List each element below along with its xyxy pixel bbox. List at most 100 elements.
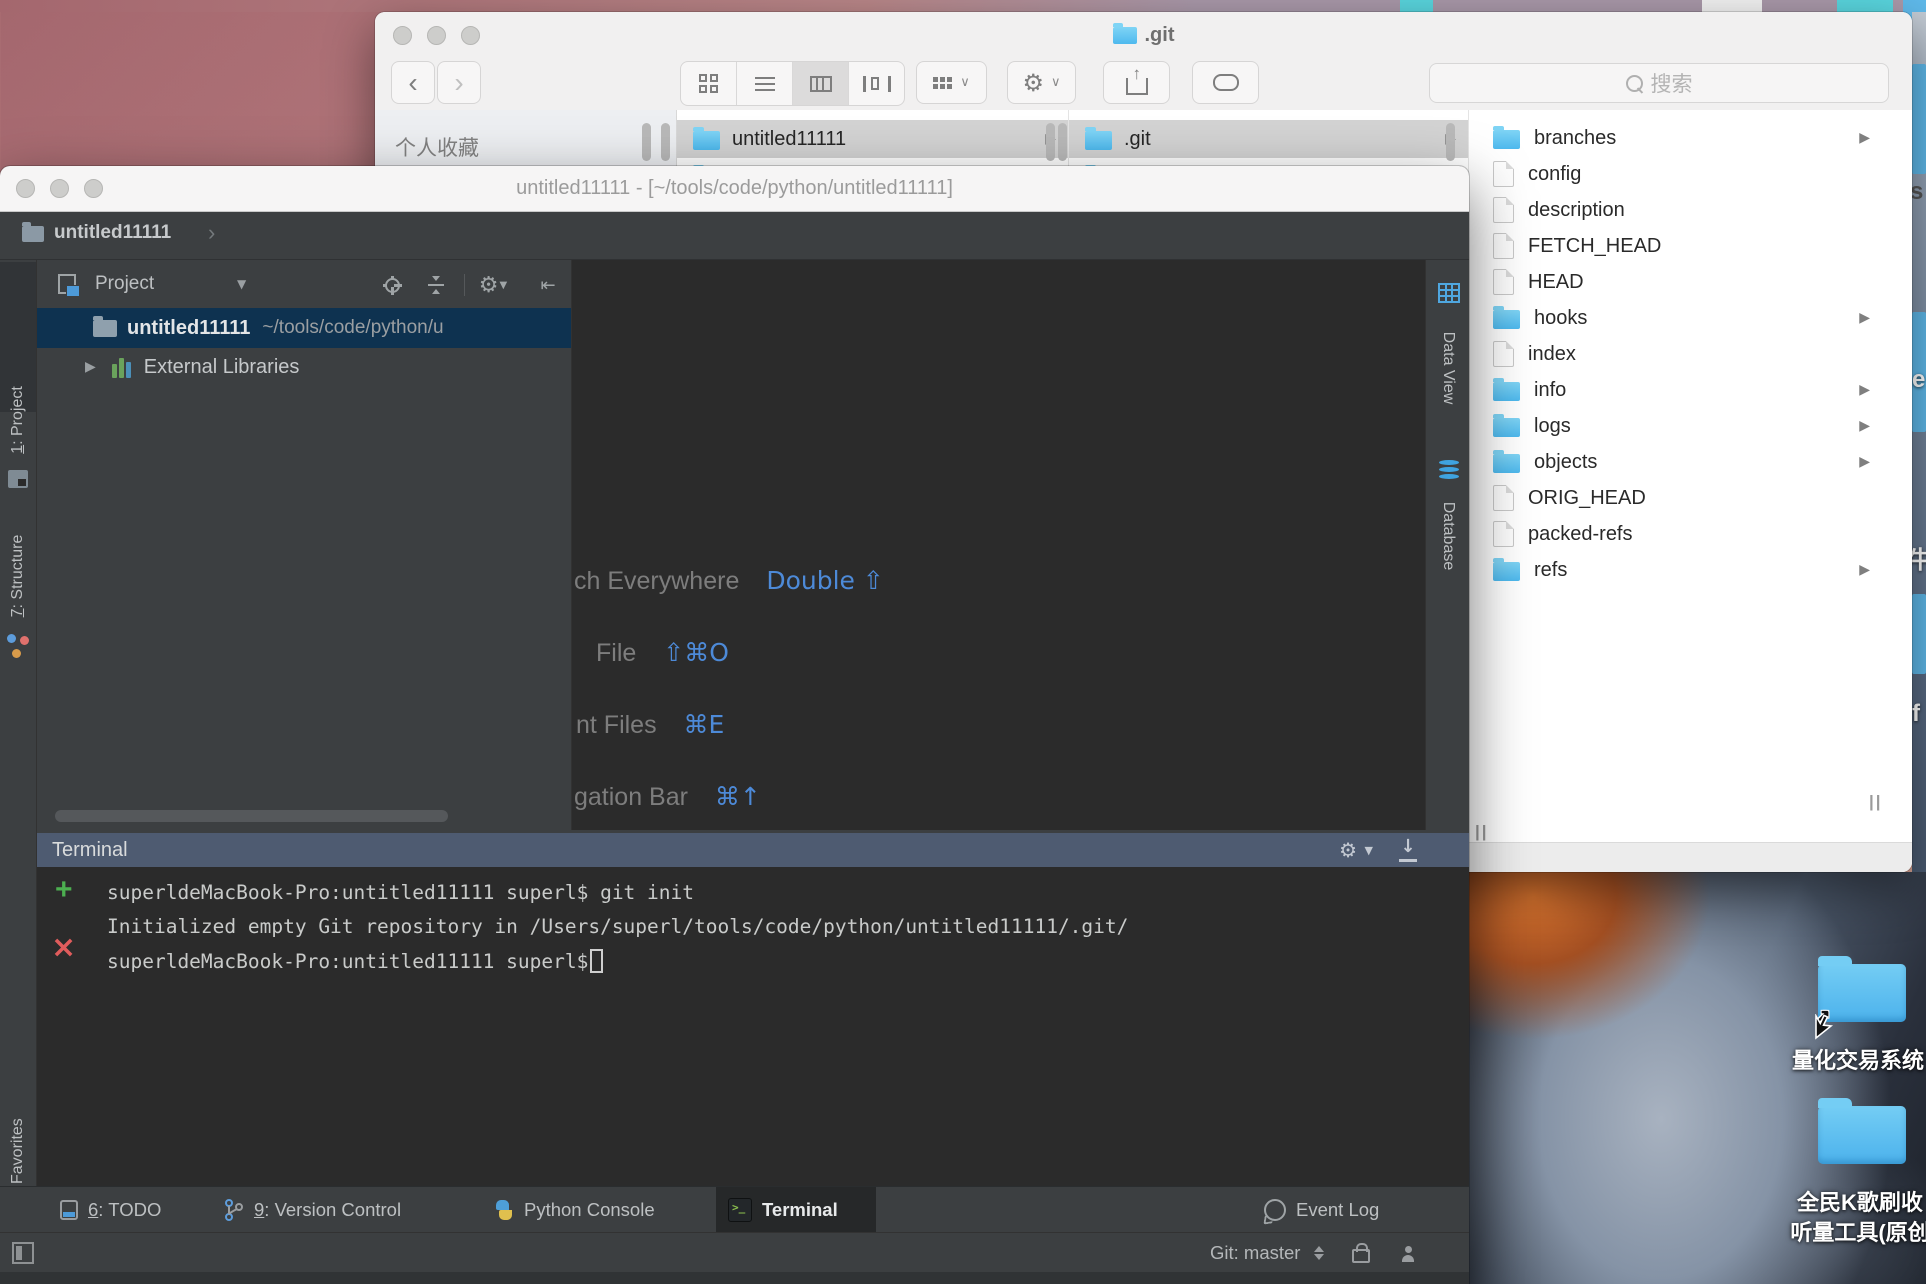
folder-icon — [93, 315, 117, 337]
column-view-button[interactable] — [793, 62, 849, 105]
scrollbar-thumb[interactable] — [1058, 123, 1067, 161]
finder-file-row[interactable]: objects ▶ — [1469, 444, 1892, 480]
finder-file-row[interactable]: ORIG_HEAD — [1469, 480, 1892, 516]
breadcrumb-chevron-icon: › — [208, 220, 216, 245]
settings-gear-icon[interactable]: ⚙ ▼ — [479, 272, 507, 298]
desktop-folder-label[interactable]: 全民K歌刷收 听量工具(原创 — [1780, 1188, 1926, 1248]
back-button[interactable]: ‹ — [391, 61, 435, 104]
forward-button[interactable]: › — [437, 61, 481, 104]
tool-tab-data-view[interactable]: Data View — [1439, 332, 1457, 405]
terminal-console[interactable]: + × superldeMacBook-Pro:untitled11111 su… — [37, 867, 1469, 1186]
tool-tab-database[interactable]: Database — [1439, 502, 1457, 571]
breadcrumb[interactable]: untitled11111 — [54, 222, 171, 244]
scrollbar-thumb[interactable] — [661, 123, 670, 161]
structure-tool-icon — [7, 634, 29, 658]
project-panel-title[interactable]: Project — [95, 273, 154, 295]
editor-area[interactable]: ch Everywhere Double ⇧ File ⇧⌘O nt Files… — [572, 260, 1425, 830]
shortcut-keys: Double ⇧ — [766, 566, 884, 595]
horizontal-scrollbar-thumb[interactable] — [55, 810, 448, 822]
branch-icon — [225, 1198, 243, 1221]
icon-view-button[interactable] — [681, 62, 737, 105]
desktop-folder-icon-kge[interactable] — [1818, 1098, 1906, 1164]
coverflow-view-icon — [862, 75, 891, 92]
terminal-settings-gear-icon[interactable]: ⚙ — [1339, 838, 1357, 862]
tool-button-version-control[interactable]: 9: Version Control — [212, 1187, 413, 1232]
tool-button-todo[interactable]: 6: TODO — [48, 1187, 173, 1232]
grid-view-icon — [699, 74, 718, 93]
toolwindow-quick-access-icon[interactable] — [12, 1242, 34, 1264]
file-name: HEAD — [1528, 270, 1584, 293]
ide-window-edge — [0, 1272, 1469, 1284]
file-icon — [1493, 233, 1514, 259]
file-icon — [1493, 269, 1514, 295]
search-icon — [1625, 74, 1643, 92]
git-branch-widget[interactable]: Git: master — [1210, 1242, 1300, 1264]
finder-file-row[interactable]: hooks ▶ — [1469, 300, 1892, 336]
folder-icon — [1493, 305, 1520, 329]
search-field[interactable]: 搜索 — [1429, 63, 1889, 103]
file-name: branches — [1534, 126, 1617, 149]
tags-button[interactable] — [1192, 61, 1259, 104]
desktop-folder-label[interactable]: 量化交易系统 — [1786, 1046, 1926, 1076]
scrollbar-thumb[interactable] — [642, 123, 651, 161]
scrollbar-thumb[interactable] — [1046, 123, 1055, 161]
desktop-label-fragment: f — [1912, 700, 1920, 727]
sidebar-favorites-header: 个人收藏 — [395, 137, 479, 160]
hide-panel-button[interactable]: ⇤ — [535, 272, 561, 298]
action-button[interactable]: ⚙ ∨ — [1007, 61, 1076, 104]
file-icon — [1493, 161, 1514, 187]
file-icon — [1493, 485, 1514, 511]
share-icon — [1125, 64, 1148, 95]
project-root-row[interactable]: untitled11111 ~/tools/code/python/u — [37, 308, 571, 348]
finder-file-row[interactable]: refs ▶ — [1469, 552, 1892, 588]
scrollbar-thumb[interactable] — [1446, 123, 1455, 161]
desktop-fragment-cyan — [1400, 0, 1433, 12]
tool-button-terminal[interactable]: Terminal — [716, 1187, 876, 1232]
tool-button-python-console[interactable]: Python Console — [482, 1187, 667, 1232]
folder-icon — [1493, 413, 1520, 437]
ide-window: untitled11111 - [~/tools/code/python/unt… — [0, 166, 1469, 1284]
new-session-icon[interactable]: + — [55, 875, 73, 905]
tool-window-buttons-bar: 6: TODO 9: Version Control Python Consol… — [0, 1186, 1469, 1232]
shortcut-label: File — [596, 639, 637, 667]
desktop-fragment-white — [1702, 0, 1762, 12]
coverflow-view-button[interactable] — [849, 62, 904, 105]
collapse-all-button[interactable] — [423, 272, 449, 298]
tool-tab-structure[interactable]: 7: Structure — [9, 535, 27, 618]
dock-pin-icon[interactable]: ↓ — [1399, 837, 1417, 862]
share-button[interactable] — [1103, 61, 1170, 104]
column-resize-handle[interactable]: || — [1475, 822, 1489, 842]
todo-icon — [60, 1199, 78, 1220]
finder-file-row[interactable]: HEAD — [1469, 264, 1892, 300]
finder-file-row[interactable]: index — [1469, 336, 1892, 372]
finder-item-git[interactable]: .git ▶ — [1069, 120, 1468, 158]
column-resize-handle[interactable]: || — [1869, 792, 1883, 812]
chevron-down-icon[interactable]: ▼ — [237, 277, 246, 291]
desktop-label-fragment: e — [1912, 366, 1926, 393]
branch-switch-arrows-icon[interactable] — [1314, 1246, 1325, 1260]
finder-file-row[interactable]: branches ▶ — [1469, 120, 1892, 156]
locate-file-button[interactable] — [379, 272, 405, 298]
desktop-label-fragment: s — [1910, 178, 1924, 205]
group-button[interactable]: ∨ — [916, 61, 987, 104]
tool-tab-project[interactable]: 1: Project — [9, 386, 27, 454]
finder-file-row[interactable]: logs ▶ — [1469, 408, 1892, 444]
mouse-cursor — [1815, 1014, 1834, 1040]
notifications-icon[interactable] — [1402, 1245, 1415, 1262]
file-name: description — [1528, 198, 1625, 221]
list-view-button[interactable] — [737, 62, 793, 105]
external-libraries-row[interactable]: ▶ External Libraries — [37, 348, 571, 386]
terminal-panel-header[interactable]: Terminal ⚙ ▼ ↓ — [37, 833, 1469, 867]
file-name: packed-refs — [1528, 522, 1633, 545]
finder-file-row[interactable]: info ▶ — [1469, 372, 1892, 408]
terminal-line: superldeMacBook-Pro:untitled11111 superl… — [107, 881, 694, 904]
expand-arrow-icon[interactable]: ▶ — [85, 359, 96, 375]
finder-item-untitled11111[interactable]: untitled11111 ▶ — [677, 120, 1068, 158]
lock-icon[interactable] — [1352, 1243, 1371, 1263]
tool-button-event-log[interactable]: Event Log — [1252, 1187, 1391, 1232]
close-session-icon[interactable]: × — [51, 933, 76, 963]
finder-file-row[interactable]: config — [1469, 156, 1892, 192]
finder-file-row[interactable]: description — [1469, 192, 1892, 228]
finder-file-row[interactable]: FETCH_HEAD — [1469, 228, 1892, 264]
finder-file-row[interactable]: packed-refs — [1469, 516, 1892, 552]
